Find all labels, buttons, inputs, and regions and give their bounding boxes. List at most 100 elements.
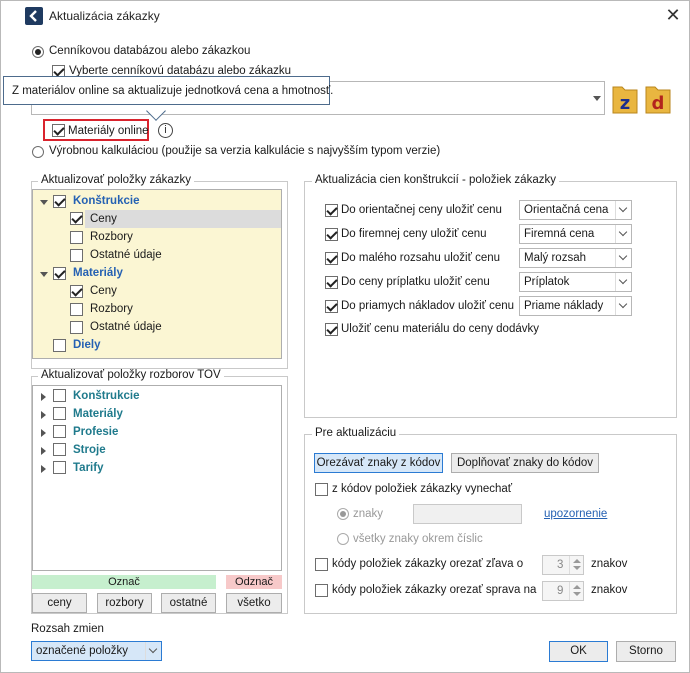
tooltip-text: Z materiálov online sa aktualizuje jedno…	[12, 85, 334, 97]
radio-chars[interactable]	[337, 508, 349, 520]
trim-right-value: 9	[557, 585, 564, 597]
items-group-title: Aktualizovať položky zákazky	[38, 174, 195, 186]
tree-checkbox[interactable]	[70, 303, 83, 316]
trim-left-checkbox[interactable]	[315, 558, 328, 571]
tov-item[interactable]: Tarify	[73, 462, 103, 474]
tree-checkbox[interactable]	[53, 425, 66, 438]
trim-right-unit: znakov	[591, 584, 628, 596]
chevron-down-icon	[145, 642, 161, 660]
expand-icon[interactable]	[40, 200, 48, 205]
info-icon[interactable]: i	[158, 123, 173, 138]
unmark-all-button[interactable]: všetko	[226, 593, 282, 613]
chars-input[interactable]	[413, 504, 522, 524]
tree-item-ostatne[interactable]: Ostatné údaje	[90, 321, 162, 333]
expand-icon[interactable]	[41, 393, 46, 401]
ok-button[interactable]: OK	[549, 641, 608, 662]
price-row-select-value: Malý rozsah	[524, 252, 586, 264]
price-row-label: Do priamych nákladov uložiť cenu	[341, 300, 515, 312]
price-row-select[interactable]: Malý rozsah	[519, 248, 632, 268]
trim-left-label: kódy položiek zákazky orezať zľava o	[332, 558, 524, 570]
radio-price-db[interactable]	[32, 46, 44, 58]
tree-checkbox[interactable]	[53, 389, 66, 402]
tov-item[interactable]: Konštrukcie	[73, 390, 139, 402]
trim-right-label: kódy položiek zákazky orezať sprava na	[332, 584, 537, 596]
mark-other-button[interactable]: ostatné	[161, 593, 216, 613]
tree-checkbox[interactable]	[70, 285, 83, 298]
mark-prices-button[interactable]: ceny	[32, 593, 87, 613]
tree-checkbox[interactable]	[53, 443, 66, 456]
price-row-select[interactable]: Priame náklady	[519, 296, 632, 316]
range-label: Rozsah zmien	[31, 623, 104, 635]
range-select[interactable]: označené položky	[31, 641, 162, 661]
price-row-checkbox[interactable]	[325, 300, 338, 313]
materials-online-label: Materiály online	[68, 125, 149, 137]
tree-item-rozbory[interactable]: Rozbory	[90, 231, 133, 243]
materials-online-checkbox[interactable]	[52, 124, 65, 137]
omit-codes-label: z kódov položiek zákazky vynechať	[332, 483, 513, 495]
tree-item-materialy[interactable]: Materiály	[73, 267, 123, 279]
price-row-checkbox[interactable]	[325, 276, 338, 289]
items-tree: Konštrukcie Ceny Rozbory Ostatné údaje M…	[32, 189, 282, 359]
tree-checkbox[interactable]	[53, 267, 66, 280]
pre-update-group-title: Pre aktualizáciu	[312, 427, 400, 439]
radio-all-except-digits-label: všetky znaky okrem číslic	[353, 533, 483, 545]
price-row-label: Do malého rozsahu uložiť cenu	[341, 252, 501, 264]
trim-chars-button[interactable]: Orezávať znaky z kódov	[314, 453, 443, 473]
omit-codes-checkbox[interactable]	[315, 483, 328, 496]
tov-item[interactable]: Profesie	[73, 426, 118, 438]
folder-d-icon[interactable]: d	[644, 81, 672, 115]
tree-checkbox[interactable]	[53, 407, 66, 420]
tov-tree: Konštrukcie Materiály Profesie Stroje Ta…	[32, 385, 282, 571]
price-row-select[interactable]: Firemná cena	[519, 224, 632, 244]
price-row-select[interactable]: Orientačná cena	[519, 200, 632, 220]
price-row-checkbox[interactable]	[325, 204, 338, 217]
tree-checkbox[interactable]	[70, 321, 83, 334]
stepper-arrows-icon[interactable]	[569, 582, 583, 600]
database-dropdown[interactable]	[589, 81, 605, 115]
tree-item-diely[interactable]: Diely	[73, 339, 101, 351]
fill-chars-button[interactable]: Doplňovať znaky do kódov	[451, 453, 599, 473]
tov-item[interactable]: Stroje	[73, 444, 106, 456]
tree-checkbox[interactable]	[70, 249, 83, 262]
trim-right-stepper[interactable]: 9	[542, 581, 584, 601]
expand-icon[interactable]	[40, 272, 48, 277]
chevron-down-icon	[615, 249, 631, 267]
radio-all-except-digits[interactable]	[337, 533, 349, 545]
tree-checkbox[interactable]	[70, 231, 83, 244]
folder-z-letter: z	[620, 93, 630, 114]
expand-icon[interactable]	[41, 411, 46, 419]
cancel-button[interactable]: Storno	[616, 641, 676, 662]
tree-checkbox[interactable]	[70, 212, 83, 225]
mark-analyses-button[interactable]: rozbory	[97, 593, 152, 613]
price-row-select[interactable]: Príplatok	[519, 272, 632, 292]
price-row-checkbox[interactable]	[325, 252, 338, 265]
expand-icon[interactable]	[41, 465, 46, 473]
tree-checkbox[interactable]	[53, 195, 66, 208]
chevron-down-icon	[615, 225, 631, 243]
tree-item-ceny[interactable]: Ceny	[90, 285, 117, 297]
trim-left-stepper[interactable]: 3	[542, 555, 584, 575]
tree-checkbox[interactable]	[53, 339, 66, 352]
tree-checkbox[interactable]	[53, 461, 66, 474]
chevron-down-icon	[615, 201, 631, 219]
trim-left-unit: znakov	[591, 558, 628, 570]
price-row-select-value: Firemná cena	[524, 228, 595, 240]
trim-right-checkbox[interactable]	[315, 584, 328, 597]
tree-item-ceny[interactable]: Ceny	[90, 213, 117, 225]
expand-icon[interactable]	[41, 429, 46, 437]
price-row-select-value: Príplatok	[524, 276, 570, 288]
warning-link[interactable]: upozornenie	[544, 508, 607, 520]
tree-item-ostatne[interactable]: Ostatné údaje	[90, 249, 162, 261]
stepper-arrows-icon[interactable]	[569, 556, 583, 574]
dialog-window: Aktualizácia zákazky ✕ Cenníkovou databá…	[0, 0, 690, 673]
tree-item-rozbory[interactable]: Rozbory	[90, 303, 133, 315]
close-icon[interactable]: ✕	[661, 4, 685, 26]
material-price-checkbox[interactable]	[325, 323, 338, 336]
expand-icon[interactable]	[41, 447, 46, 455]
tov-item[interactable]: Materiály	[73, 408, 123, 420]
price-row-checkbox[interactable]	[325, 228, 338, 241]
tree-item-konstrukcie[interactable]: Konštrukcie	[73, 195, 139, 207]
radio-production[interactable]	[32, 146, 44, 158]
mark-label: Označ	[32, 575, 216, 589]
folder-z-icon[interactable]: z	[611, 81, 639, 115]
